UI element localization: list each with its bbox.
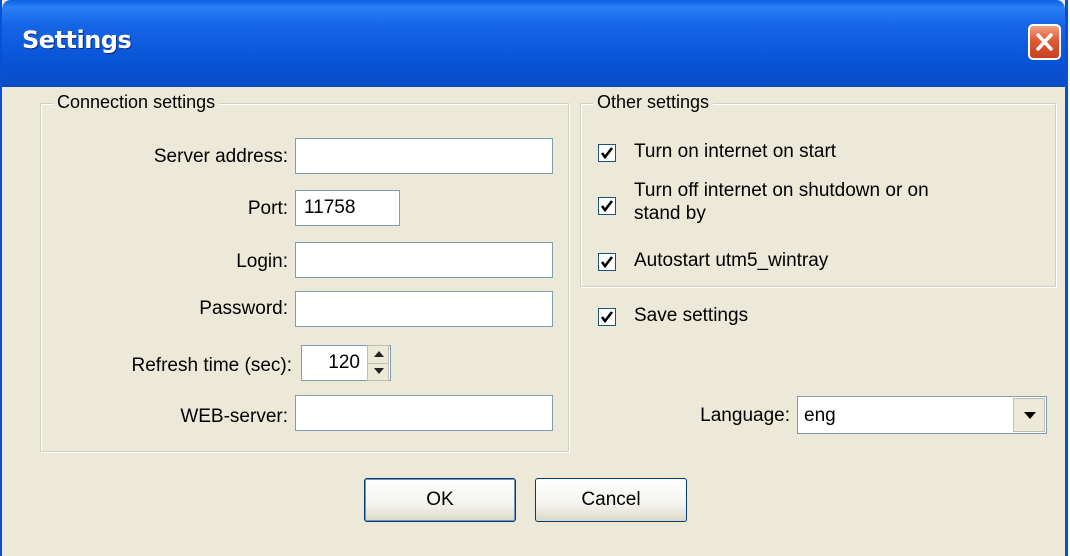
turn-off-internet-checkbox[interactable] [598, 197, 616, 215]
check-icon [600, 311, 614, 324]
server-address-input[interactable] [295, 138, 553, 174]
save-settings-label: Save settings [634, 305, 749, 326]
other-settings-label: Other settings [593, 92, 714, 113]
password-input[interactable] [295, 291, 553, 327]
check-icon [600, 256, 614, 269]
turn-off-internet-label-line1: Turn off internet on shutdown or on [634, 180, 929, 201]
language-value: eng [804, 405, 836, 426]
language-select[interactable]: eng [797, 396, 1047, 434]
check-icon [600, 200, 614, 213]
cancel-button[interactable]: Cancel [535, 478, 687, 522]
window-title: Settings [22, 26, 132, 54]
turn-on-internet-label: Turn on internet on start [634, 141, 837, 162]
spin-up-button[interactable] [368, 346, 388, 364]
spin-down-button[interactable] [368, 363, 388, 380]
connection-settings-label: Connection settings [53, 92, 220, 113]
save-settings-checkbox[interactable] [598, 308, 616, 326]
ok-button[interactable]: OK [364, 478, 516, 522]
autostart-label: Autostart utm5_wintray [634, 250, 829, 271]
turn-on-internet-checkbox[interactable] [598, 144, 616, 162]
refresh-time-spinner[interactable] [367, 345, 389, 381]
settings-dialog: Settings Connection settings Server addr… [0, 0, 1068, 556]
turn-off-internet-label-line2: stand by [634, 203, 706, 224]
arrow-up-icon [374, 351, 384, 357]
web-server-label: WEB-server: [180, 406, 288, 427]
port-input[interactable] [295, 190, 400, 226]
server-address-label: Server address: [153, 146, 288, 167]
check-icon [600, 147, 614, 160]
refresh-time-label: Refresh time (sec): [131, 355, 292, 376]
close-button[interactable] [1028, 24, 1061, 60]
autostart-checkbox[interactable] [598, 253, 616, 271]
password-label: Password: [199, 298, 288, 319]
title-bar[interactable]: Settings [2, 0, 1065, 87]
login-input[interactable] [295, 242, 553, 278]
web-server-input[interactable] [295, 395, 553, 431]
chevron-down-icon [1024, 412, 1036, 419]
login-label: Login: [236, 251, 288, 272]
close-icon [1036, 33, 1053, 51]
port-label: Port: [247, 198, 288, 219]
arrow-down-icon [374, 368, 384, 374]
language-label: Language: [700, 405, 790, 426]
dropdown-button[interactable] [1013, 398, 1045, 432]
